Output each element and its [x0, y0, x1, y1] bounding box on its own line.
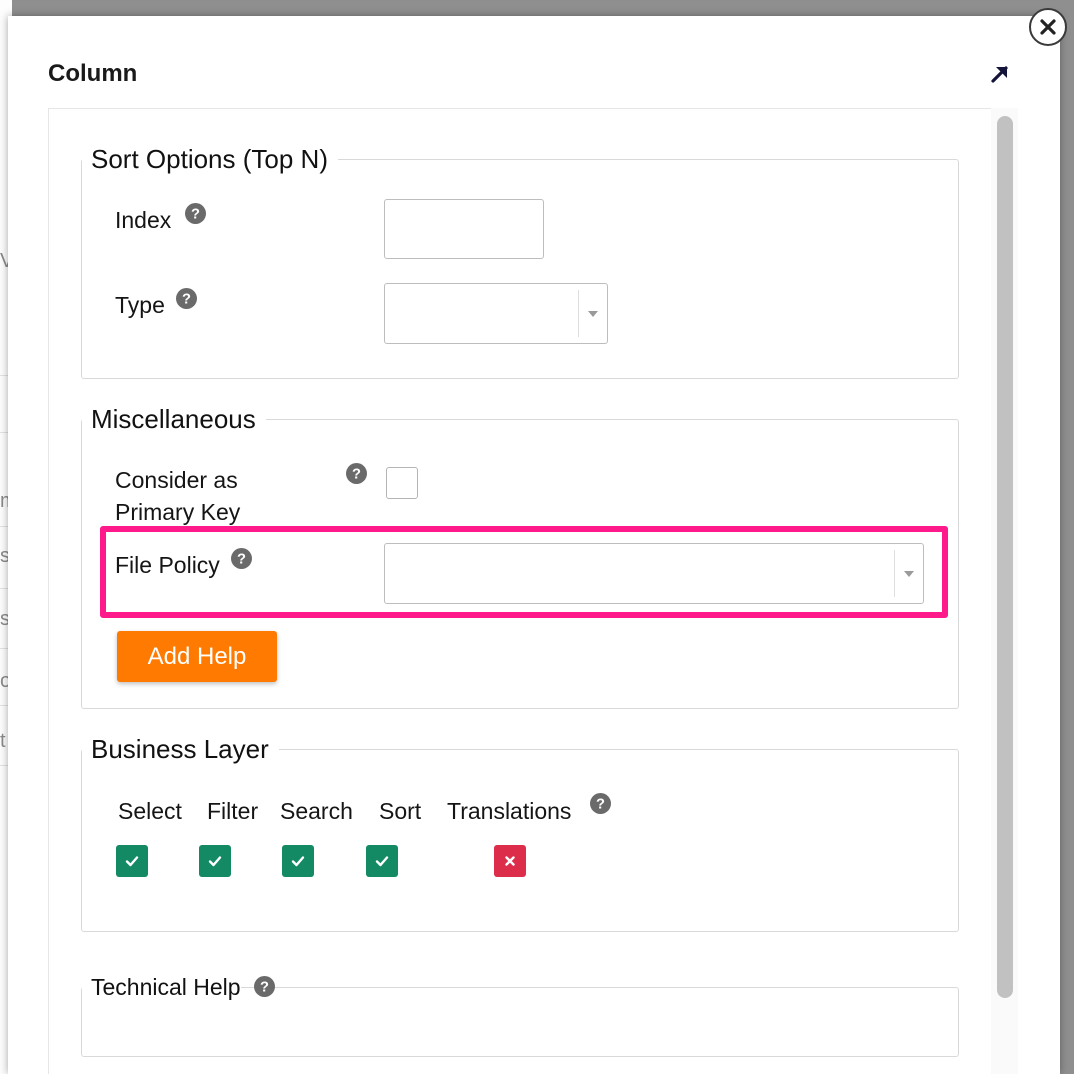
file-policy-label: File Policy	[115, 552, 220, 578]
chevron-down-icon	[904, 570, 914, 577]
question-circle-icon[interactable]: ?	[176, 288, 197, 309]
sort-enabled-badge[interactable]	[366, 845, 398, 877]
question-circle-icon[interactable]: ?	[231, 548, 252, 569]
primary-key-checkbox[interactable]	[386, 467, 418, 499]
background-text-fragment: t	[0, 730, 6, 752]
close-button[interactable]	[1029, 8, 1067, 46]
primary-key-label-line2: Primary Key	[115, 499, 241, 525]
close-icon	[1040, 19, 1056, 35]
svg-text:?: ?	[237, 552, 246, 568]
x-icon	[505, 856, 515, 866]
type-select[interactable]	[384, 283, 608, 344]
technical-help-section: Technical Help	[81, 974, 959, 1057]
business-layer-legend: Business Layer	[91, 734, 269, 764]
check-icon	[291, 856, 305, 867]
question-circle-icon[interactable]: ?	[346, 463, 367, 484]
question-circle-icon[interactable]: ?	[590, 793, 611, 814]
svg-text:?: ?	[182, 292, 191, 308]
check-icon	[375, 856, 389, 867]
question-circle-icon[interactable]: ?	[254, 976, 275, 997]
svg-text:?: ?	[260, 980, 269, 996]
business-layer-column-translations: Translations	[447, 798, 572, 824]
filter-enabled-badge[interactable]	[199, 845, 231, 877]
search-enabled-badge[interactable]	[282, 845, 314, 877]
arrow-up-right-icon[interactable]	[988, 62, 1012, 86]
select-separator	[894, 550, 895, 597]
question-circle-icon[interactable]: ?	[185, 203, 206, 224]
primary-key-label-line1: Consider as	[115, 467, 238, 493]
business-layer-section: Business Layer	[81, 734, 959, 932]
business-layer-column-search: Search	[280, 798, 353, 824]
type-label: Type	[115, 292, 165, 318]
miscellaneous-legend: Miscellaneous	[91, 404, 256, 434]
translations-disabled-badge[interactable]	[494, 845, 526, 877]
technical-help-legend: Technical Help	[91, 974, 241, 1000]
svg-text:?: ?	[352, 467, 361, 483]
check-icon	[125, 856, 139, 867]
index-label: Index	[115, 207, 172, 233]
chevron-down-icon	[588, 310, 598, 317]
svg-text:?: ?	[596, 797, 605, 813]
select-enabled-badge[interactable]	[116, 845, 148, 877]
modal-title: Column	[48, 60, 138, 87]
business-layer-column-filter: Filter	[207, 798, 259, 824]
business-layer-column-sort: Sort	[379, 798, 422, 824]
sort-options-legend: Sort Options (Top N)	[91, 144, 328, 174]
business-layer-column-select: Select	[118, 798, 182, 824]
index-input[interactable]	[384, 199, 544, 259]
add-help-button[interactable]: Add Help	[117, 631, 277, 682]
scrollbar-thumb[interactable]	[997, 116, 1013, 998]
check-icon	[208, 856, 222, 867]
svg-text:?: ?	[191, 207, 200, 223]
file-policy-select[interactable]	[384, 543, 924, 604]
select-separator	[578, 290, 579, 337]
